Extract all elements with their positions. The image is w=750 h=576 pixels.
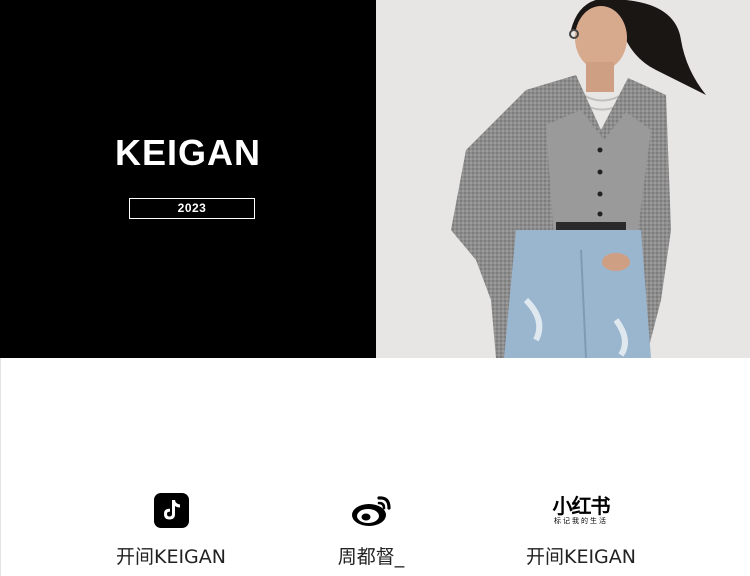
weibo-icon[interactable]: [276, 490, 466, 530]
brand-panel: KEIGAN 2023: [0, 0, 376, 358]
social-label[interactable]: 周都督_: [276, 542, 466, 569]
xiaohongshu-logo-text: 小红书: [552, 493, 611, 518]
social-weibo[interactable]: 周都督_: [276, 490, 466, 569]
douyin-icon[interactable]: [76, 490, 266, 530]
xiaohongshu-logo[interactable]: 小红书 标记我的生活: [486, 490, 676, 530]
brand-title: KEIGAN: [114, 132, 261, 173]
hero-banner: KEIGAN 2023: [0, 0, 750, 358]
social-xiaohongshu[interactable]: 小红书 标记我的生活 开间KEIGAN: [486, 490, 676, 569]
page-edge-line: [0, 358, 1, 576]
xiaohongshu-logo-subtext: 标记我的生活: [554, 516, 608, 525]
year-badge: 2023: [129, 198, 255, 219]
social-label[interactable]: 开间KEIGAN: [76, 542, 266, 569]
model-photo: [376, 0, 750, 358]
social-douyin[interactable]: 开间KEIGAN: [76, 490, 266, 569]
social-label[interactable]: 开间KEIGAN: [486, 542, 676, 569]
